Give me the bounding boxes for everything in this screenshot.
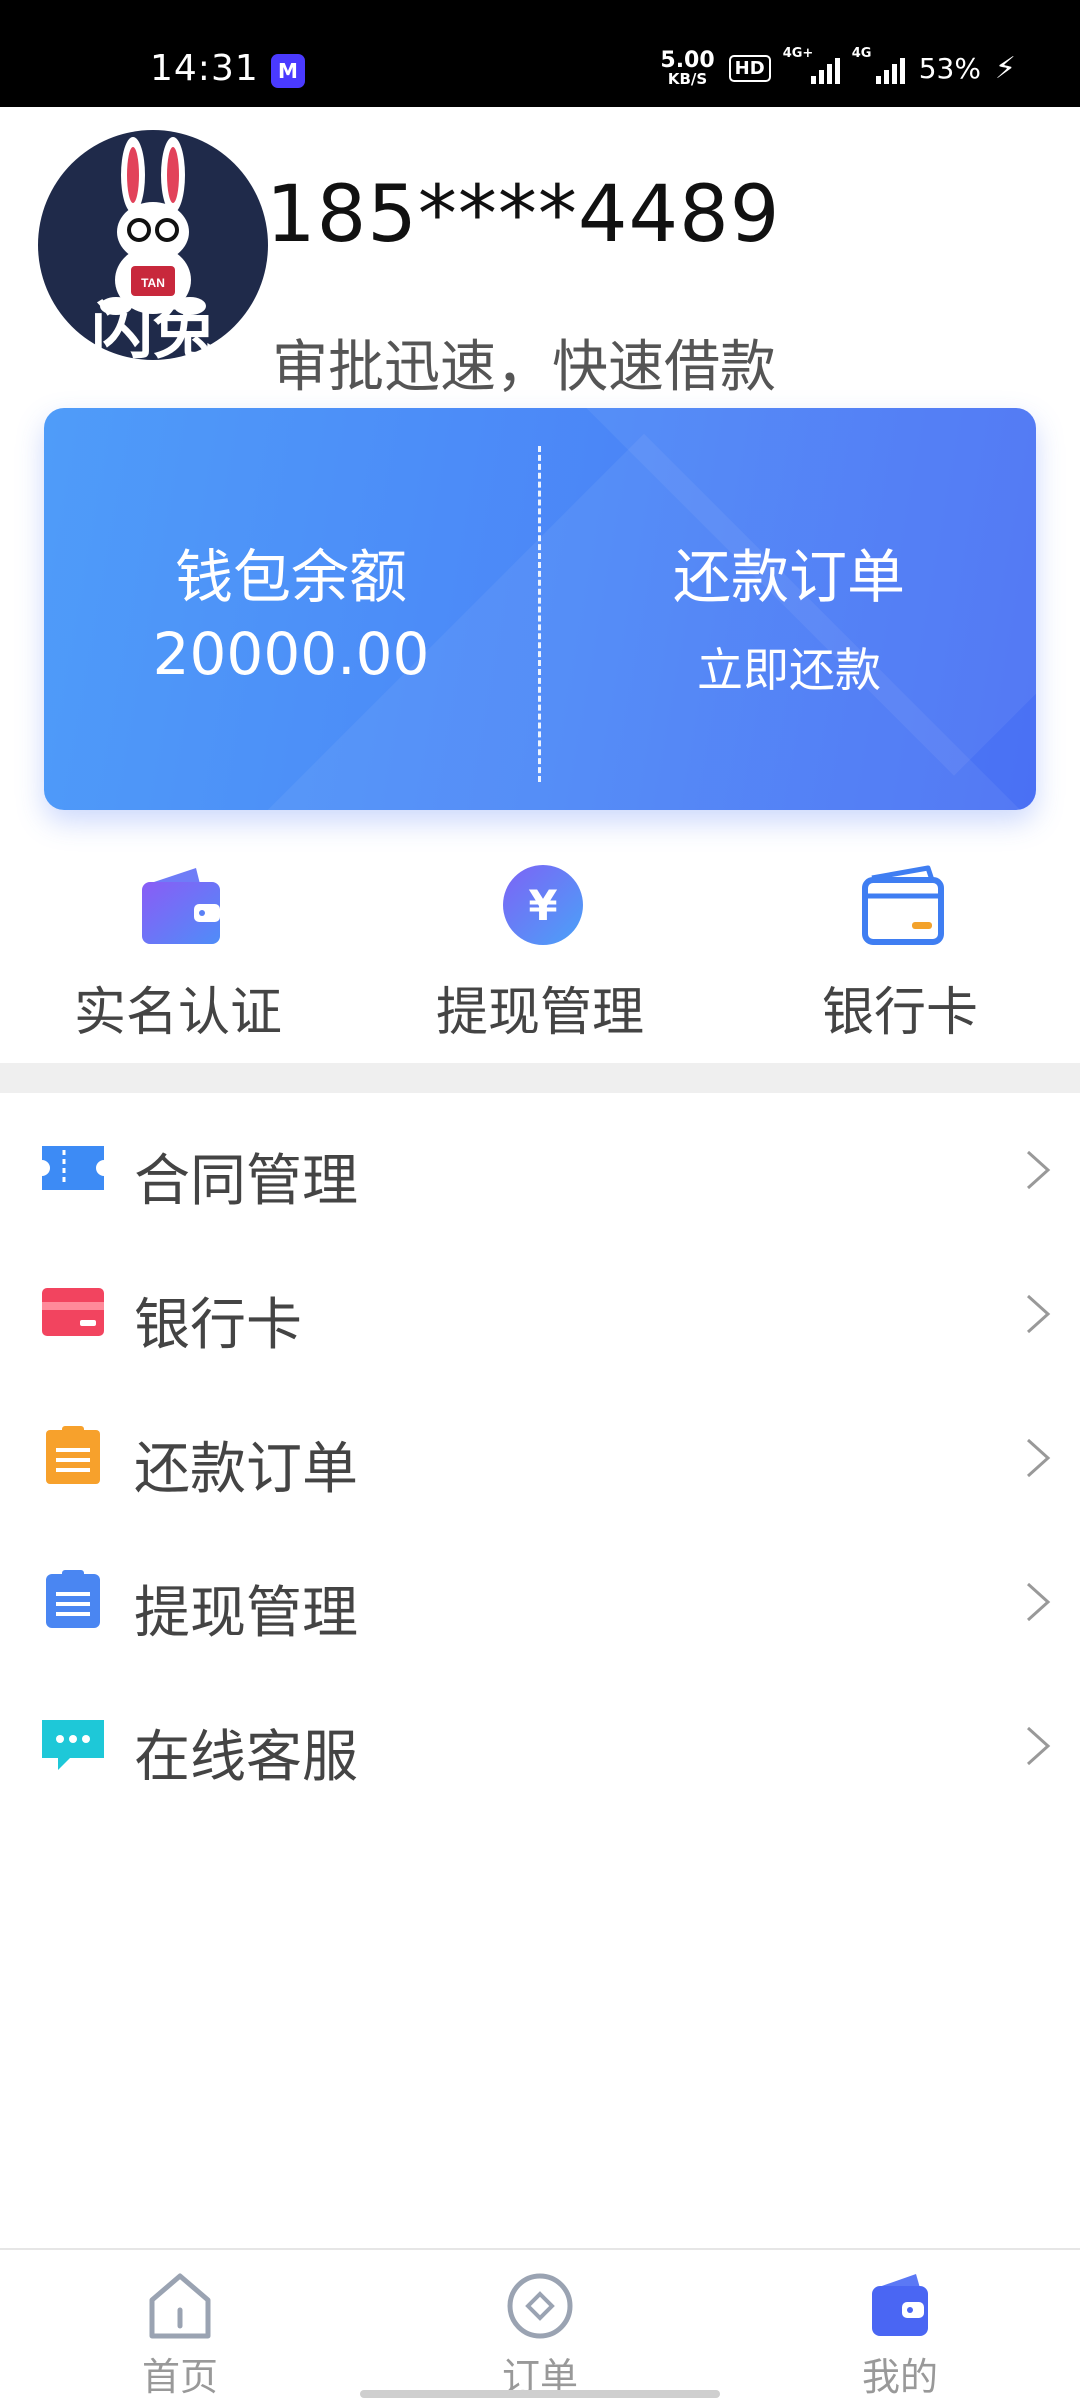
menu-item-label: 在线客服 [134,1725,358,1790]
card-divider [538,446,541,782]
wallet-icon [142,868,220,944]
menu-item-label: 银行卡 [134,1293,302,1358]
menu-item-label: 合同管理 [134,1149,358,1214]
signal-label: 4G+ [782,45,814,61]
clipboard-blue-icon [46,1570,100,1628]
menu-item-bankcard[interactable]: 银行卡 [0,1240,1080,1384]
repay-order-section[interactable]: 还款订单 立即还款 [542,408,1036,810]
section-divider [0,1063,1080,1093]
menu-item-support[interactable]: 在线客服 [0,1672,1080,1816]
svg-text:闪兔: 闪兔 [91,294,215,367]
signal-icon: 4G [852,46,905,84]
quick-actions: 实名认证 ¥ 提现管理 银行卡 [0,860,1080,1050]
svg-text:TAN: TAN [141,276,165,290]
nav-tab-label: 我的 [861,2355,938,2399]
menu-item-label: 还款订单 [134,1437,358,1502]
rabbit-logo-icon: TAN 闪兔 [38,130,268,367]
hd-voice-icon: HD [728,55,771,82]
credit-card-icon [42,1288,104,1336]
wallet-balance-amount: 20000.00 [152,620,430,688]
network-speed-unit: KB/S [667,70,708,88]
quick-action-label: 银行卡 [821,983,978,1043]
menu-item-label: 提现管理 [134,1581,358,1646]
network-speed: 5.00 KB/S [660,50,714,87]
wallet-nav-icon [872,2274,928,2336]
repay-now-link[interactable]: 立即还款 [542,634,1036,700]
clipboard-orange-icon [46,1426,100,1484]
status-indicators: 5.00 KB/S HD 4G+ 4G 53% ⚡ [660,46,1016,87]
home-indicator[interactable] [360,2390,720,2398]
card-icon [862,865,944,945]
menu-item-withdraw[interactable]: 提现管理 [0,1528,1080,1672]
menu-item-repay-order[interactable]: 还款订单 [0,1384,1080,1528]
status-time: 14:31 [150,48,259,89]
menu-item-contract[interactable]: 合同管理 [0,1096,1080,1240]
status-bar: 14:31 M 5.00 KB/S HD 4G+ 4G 53% ⚡ [0,0,1080,107]
avatar[interactable]: TAN 闪兔 [38,120,268,370]
chevron-right-icon [1026,1582,1051,1622]
network-speed-value: 5.00 [660,48,715,73]
yuan-icon: ¥ [503,865,583,945]
bottom-nav: 首页 订单 我的 [0,2248,1080,2400]
nav-tab-mine[interactable]: 我的 [780,2250,1020,2400]
battery-level: 53% [918,52,981,85]
wallet-balance-section[interactable]: 钱包余额 20000.00 [44,408,538,810]
chevron-right-icon [1026,1726,1051,1766]
nav-tab-label: 首页 [141,2355,218,2399]
chevron-right-icon [1026,1150,1051,1190]
user-phone: 185****4489 [266,170,781,260]
nav-tab-home[interactable]: 首页 [60,2250,300,2400]
signal-label: 4G [851,45,872,61]
chevron-right-icon [1026,1438,1051,1478]
quick-action-label: 提现管理 [435,983,644,1043]
signal-icon: 4G+ [783,46,840,84]
nav-tab-orders[interactable]: 订单 [420,2250,660,2400]
svg-text:¥: ¥ [528,881,557,930]
quick-action-label: 实名认证 [73,983,282,1043]
app-notification-icon: M [271,54,305,88]
chevron-right-icon [1026,1294,1051,1334]
slogan-text: 审批迅速，快速借款 [272,335,776,400]
order-icon [507,2273,573,2339]
chat-icon [42,1720,104,1770]
balance-card: 钱包余额 20000.00 还款订单 立即还款 [44,408,1036,810]
wallet-balance-title: 钱包余额 [174,543,407,611]
home-icon [149,2273,211,2339]
bolt-icon: ⚡ [994,51,1016,86]
repay-order-title: 还款订单 [672,543,905,611]
ticket-icon [42,1146,104,1190]
